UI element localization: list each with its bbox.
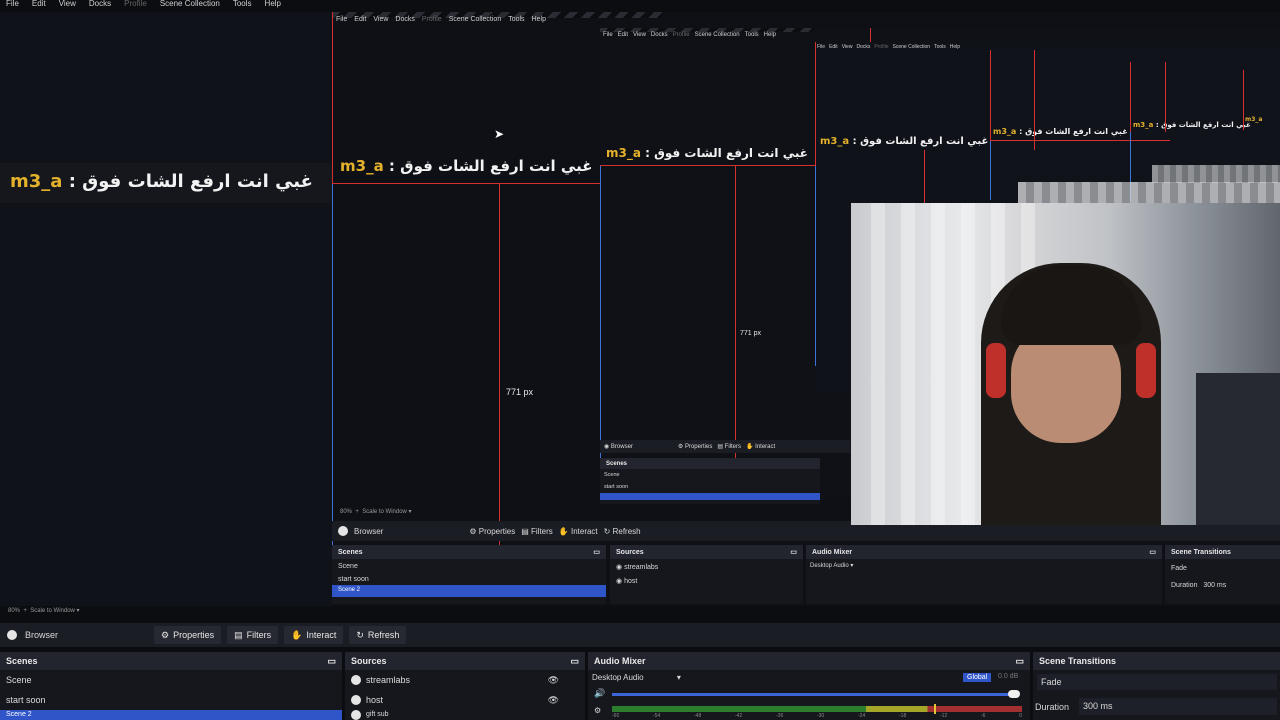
overlay-message: غبي انت ارفع الشات فوق [82, 171, 313, 192]
volume-slider-handle[interactable] [1008, 690, 1020, 698]
eye-icon[interactable]: 👁 [548, 690, 559, 710]
dock-float-icon[interactable]: ▭ [570, 656, 579, 667]
sources-dock-header: Sources ▭ [345, 652, 585, 670]
nested-overlay-text-3: m3_a : غبي انت ارفع الشات فوق [820, 136, 989, 147]
transition-select[interactable]: Fade [1037, 674, 1277, 690]
audio-mixer-body: Desktop Audio ▾ Global 0.0 dB 🔊 ⚙ -60 -54… [588, 670, 1030, 720]
menu-file[interactable]: File [6, 0, 19, 9]
mouse-cursor: ➤ [494, 127, 505, 141]
scene-item-selected[interactable]: Scene 2 [0, 710, 342, 720]
dock-float-icon[interactable]: ▭ [327, 656, 336, 667]
browser-icon [351, 695, 361, 705]
audio-mixer-title: Audio Mixer [594, 656, 646, 666]
menu-scene-collection[interactable]: Scene Collection [160, 0, 220, 9]
gear-icon: ⚙ [161, 629, 170, 640]
properties-button[interactable]: ⚙ Properties [154, 626, 222, 644]
duration-label: Duration [1035, 702, 1070, 712]
filters-button[interactable]: ▤ Filters [227, 626, 279, 644]
meter-ticks: -60 -54 -48 -42 -36 -30 -24 -18 -12 -6 0 [612, 713, 1022, 719]
nested-overlay-text-1: m3_a : غبي انت ارفع الشات فوق [340, 157, 593, 175]
nested-overlay-text-5: m3_a : غبي انت ارفع الشات فوق [1133, 121, 1251, 129]
audio-level-meter [612, 706, 1022, 712]
mixer-settings-icon[interactable]: ⚙ [594, 706, 601, 715]
refresh-icon: ↻ [356, 629, 364, 640]
menu-profile[interactable]: Profile [124, 0, 147, 9]
menu-tools[interactable]: Tools [233, 0, 252, 9]
browser-icon [351, 710, 361, 720]
source-item[interactable]: gift sub [345, 710, 585, 720]
scene-transitions-header: Scene Transitions [1033, 652, 1280, 670]
measure-label-2: 771 px [740, 330, 762, 337]
browser-source-icon [7, 630, 17, 640]
selected-source-name: Browser [25, 630, 59, 640]
filter-icon: ▤ [234, 629, 243, 640]
hand-icon: ✋ [291, 629, 303, 640]
refresh-button[interactable]: ↻ Refresh [349, 626, 407, 644]
dock-float-icon[interactable]: ▭ [1015, 656, 1024, 667]
scene-item[interactable]: start soon [0, 690, 342, 710]
audio-device-select[interactable]: Desktop Audio ▾ [592, 673, 681, 682]
scenes-dock-header: Scenes ▭ [0, 652, 342, 670]
sources-list: streamlabs 👁 host 👁 gift sub [345, 670, 585, 720]
menu-help[interactable]: Help [265, 0, 281, 9]
scenes-list: Scene start soon Scene 2 [0, 670, 342, 720]
chat-overlay-text: m3_a : غبي انت ارفع الشات فوق [10, 171, 313, 192]
volume-slider[interactable] [612, 693, 1016, 696]
interact-button[interactable]: ✋ Interact [284, 626, 344, 644]
measure-label-1: 771 px [506, 387, 534, 397]
overlay-username: m3_a [10, 171, 63, 192]
webcam-feed [851, 203, 1280, 525]
nested-overlay-text-2: m3_a : غبي انت ارفع الشات فوق [606, 146, 808, 160]
scene-transitions-body: Fade Duration 300 ms [1033, 670, 1280, 720]
preview-canvas[interactable] [0, 12, 332, 606]
sources-title: Sources [351, 656, 387, 666]
menu-view[interactable]: View [59, 0, 76, 9]
browser-icon [351, 675, 361, 685]
eye-icon[interactable]: 👁 [548, 670, 559, 690]
source-item[interactable]: streamlabs 👁 [345, 670, 585, 690]
menu-bar: File Edit View Docks Profile Scene Colle… [0, 0, 281, 9]
source-toolbar: Browser ⚙ Properties ▤ Filters ✋ Interact ↻… [0, 623, 1280, 647]
speaker-icon[interactable]: 🔊 [594, 688, 605, 699]
nested-menu-bar: File Edit View Docks Profile Scene Collectio… [336, 16, 546, 23]
scene-transitions-title: Scene Transitions [1039, 656, 1117, 666]
global-badge[interactable]: Global [963, 673, 992, 682]
menu-docks[interactable]: Docks [89, 0, 111, 9]
volume-level: 0.0 dB [998, 673, 1019, 680]
audio-mixer-header: Audio Mixer ▭ [588, 652, 1030, 670]
menu-edit[interactable]: Edit [32, 0, 46, 9]
nested-overlay-text-4: m3_a : غبي انت ارفع الشات فوق [993, 127, 1128, 136]
zoom-control[interactable]: 80% + Scale to Window ▾ [8, 607, 80, 614]
scene-item[interactable]: Scene [0, 670, 342, 690]
scenes-title: Scenes [6, 656, 38, 666]
duration-input[interactable]: 300 ms [1079, 698, 1277, 715]
